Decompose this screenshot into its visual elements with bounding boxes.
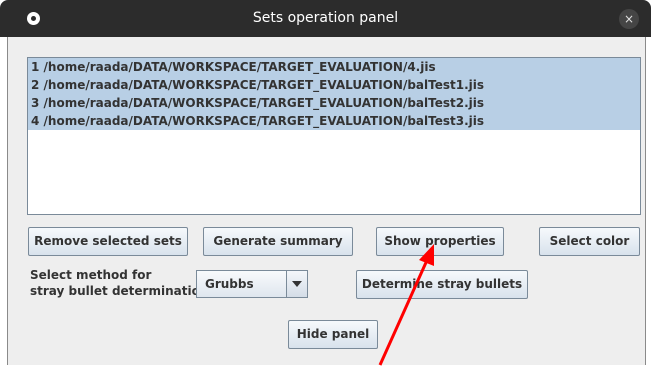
generate-summary-button[interactable]: Generate summary <box>203 227 353 256</box>
method-label-line2: stray bullet determination <box>30 284 209 298</box>
title-bar: Sets operation panel × <box>0 0 651 37</box>
chevron-down-icon[interactable] <box>286 271 307 297</box>
method-select[interactable]: Grubbs <box>196 270 308 298</box>
remove-selected-sets-button[interactable]: Remove selected sets <box>28 227 188 256</box>
select-color-button[interactable]: Select color <box>539 227 640 256</box>
list-item[interactable]: 1 /home/raada/DATA/WORKSPACE/TARGET_EVAL… <box>28 58 640 76</box>
hide-panel-button[interactable]: Hide panel <box>288 320 378 349</box>
method-select-value: Grubbs <box>205 277 254 291</box>
sets-list[interactable]: 1 /home/raada/DATA/WORKSPACE/TARGET_EVAL… <box>27 57 641 215</box>
close-button[interactable]: × <box>619 9 639 29</box>
annotation-arrow-icon <box>378 244 434 366</box>
list-item[interactable]: 3 /home/raada/DATA/WORKSPACE/TARGET_EVAL… <box>28 94 640 112</box>
list-item[interactable]: 4 /home/raada/DATA/WORKSPACE/TARGET_EVAL… <box>28 112 640 130</box>
method-label-line1: Select method for <box>30 268 152 282</box>
list-item[interactable]: 2 /home/raada/DATA/WORKSPACE/TARGET_EVAL… <box>28 76 640 94</box>
panel-content: 1 /home/raada/DATA/WORKSPACE/TARGET_EVAL… <box>7 37 646 365</box>
window-title: Sets operation panel <box>252 10 399 26</box>
